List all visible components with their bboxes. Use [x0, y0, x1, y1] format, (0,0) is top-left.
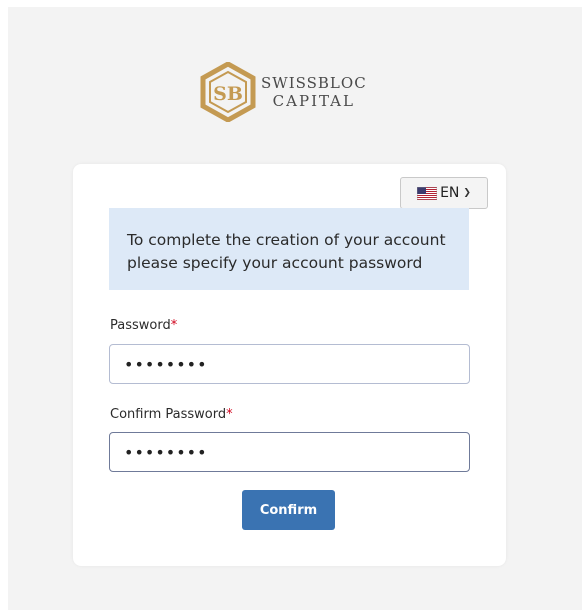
notice-text: To complete the creation of your account… [127, 231, 446, 272]
chevron-down-icon: ❯ [463, 188, 471, 198]
logo-mark-text: SB [213, 83, 243, 105]
swissbloc-logo-icon: SB [200, 62, 256, 122]
password-label: Password* [110, 318, 177, 333]
confirm-password-label-text: Confirm Password [110, 407, 227, 422]
password-input[interactable] [109, 344, 470, 384]
language-selector[interactable]: EN ❯ [400, 177, 488, 209]
required-marker: * [170, 318, 178, 333]
password-label-text: Password [110, 318, 171, 333]
brand-name-line1: SWISSBLOC [261, 74, 367, 92]
us-flag-icon [417, 186, 438, 200]
brand-logo: SB SWISSBLOC CAPITAL [199, 62, 367, 122]
brand-name-line2: CAPITAL [272, 92, 355, 110]
required-marker: * [226, 407, 233, 422]
confirm-password-label: Confirm Password* [110, 407, 233, 422]
language-label: EN [440, 185, 460, 201]
password-card: EN ❯ To complete the creation of your ac… [73, 164, 506, 566]
confirm-button[interactable]: Confirm [242, 490, 335, 530]
confirm-password-input[interactable] [109, 432, 470, 472]
info-notice: To complete the creation of your account… [109, 208, 469, 290]
brand-name: SWISSBLOC CAPITAL [261, 74, 367, 110]
